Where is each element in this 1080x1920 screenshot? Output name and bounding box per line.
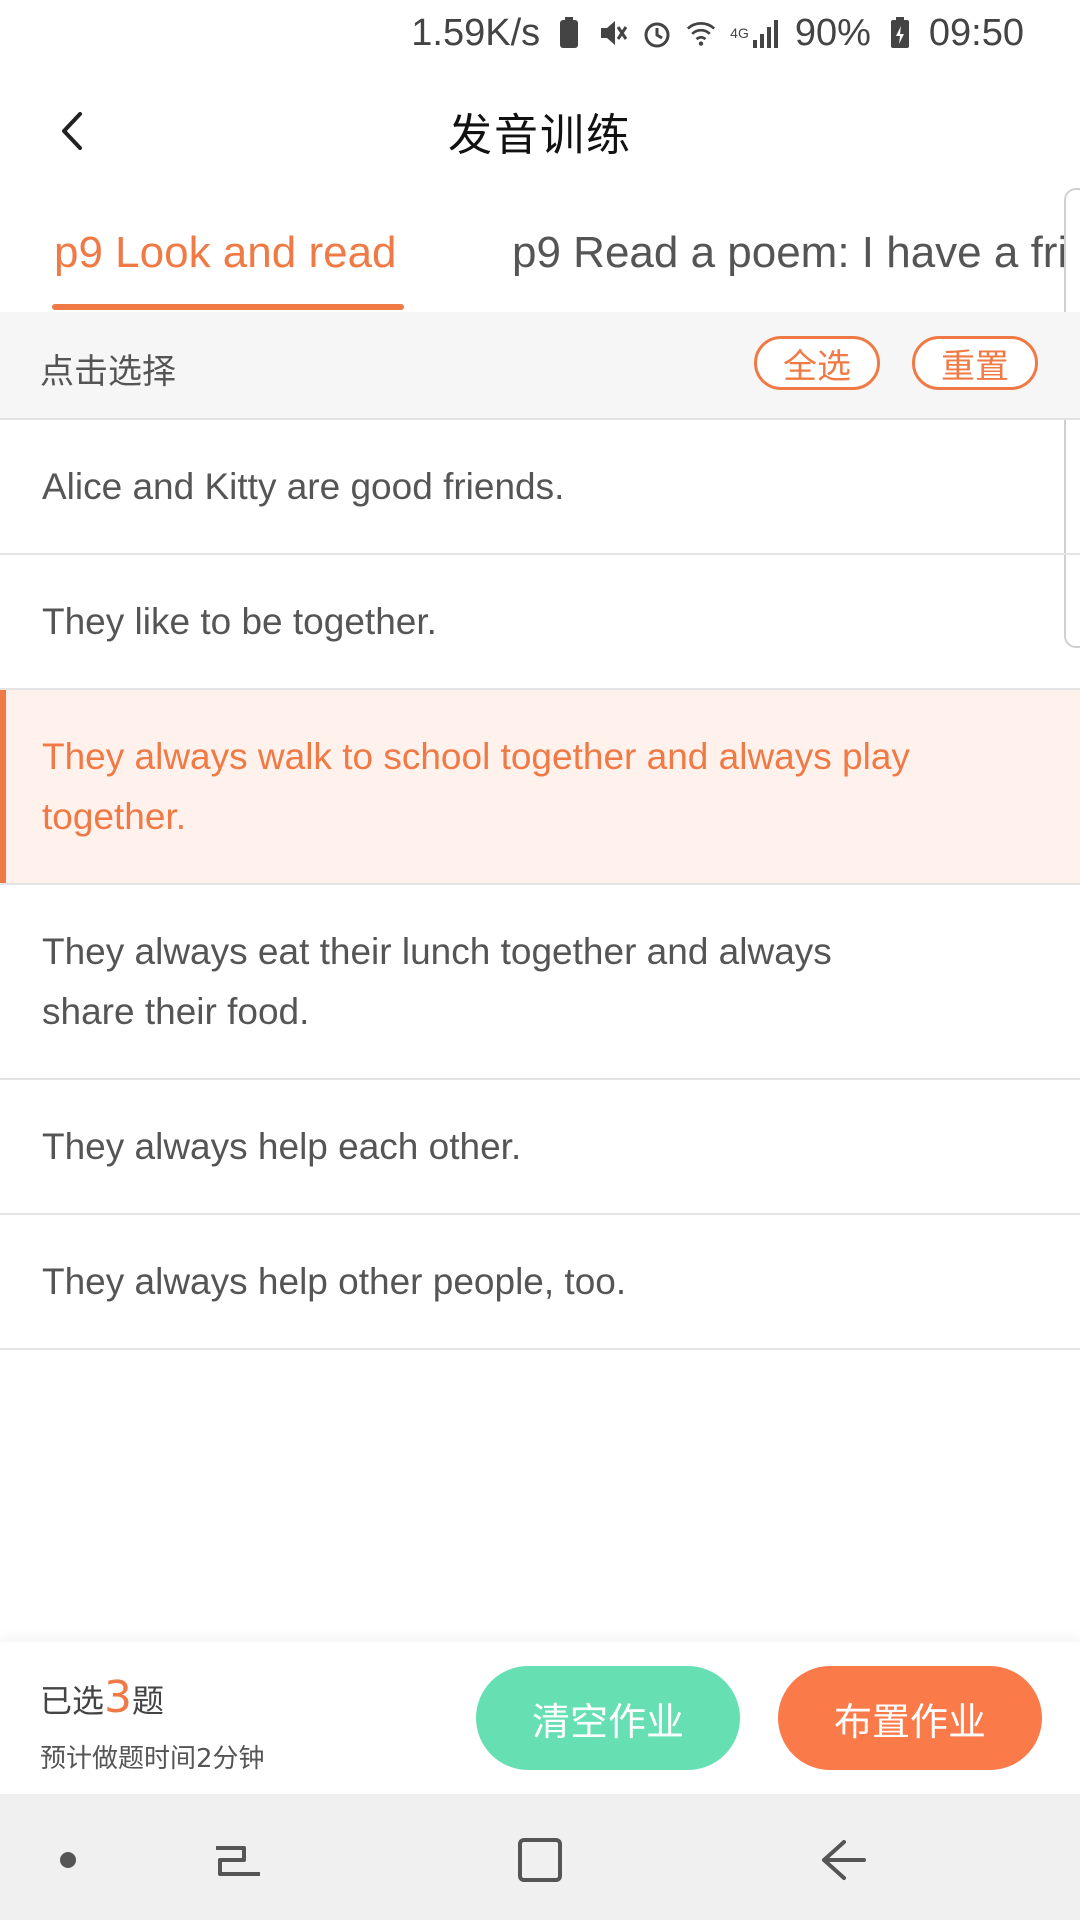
sentence-item[interactable]: Alice and Kitty are good friends.	[0, 420, 1080, 555]
assignment-bar: 已选3题 预计做题时间2分钟 清空作业 布置作业	[0, 1642, 1080, 1794]
battery-percent: 90%	[794, 11, 871, 54]
sentence-text: They always help other people, too.	[42, 1260, 627, 1302]
select-all-button[interactable]: 全选	[754, 336, 880, 390]
mute-icon	[598, 16, 628, 50]
sentence-item[interactable]: They always help each other.	[0, 1080, 1080, 1215]
selection-toolbar: 点击选择 全选 重置	[0, 312, 1080, 420]
status-bar: 1.59K/s 4G 90% 09:50	[0, 0, 1080, 66]
tap-to-select-hint: 点击选择	[40, 352, 176, 392]
system-nav-bar	[0, 1794, 1080, 1920]
nav-dot-icon[interactable]	[40, 1832, 96, 1888]
page-title: 发音训练	[448, 110, 632, 161]
tab-look-and-read[interactable]: p9 Look and read	[54, 228, 397, 278]
alarm-icon	[642, 16, 672, 50]
selected-prefix: 已选	[40, 1682, 105, 1720]
tab-read-a-poem[interactable]: p9 Read a poem: I have a friend	[512, 228, 1080, 278]
clock: 09:50	[928, 11, 1024, 54]
app-header: 发音训练	[0, 66, 1080, 196]
sentence-item[interactable]: They always help other people, too.	[0, 1215, 1080, 1350]
sentence-text: They like to be together.	[42, 600, 437, 642]
network-type: 4G	[730, 25, 749, 41]
sentence-text: They always help each other.	[42, 1125, 522, 1167]
sentence-item[interactable]: They like to be together.	[0, 555, 1080, 690]
sentence-text: Alice and Kitty are good friends.	[42, 465, 565, 507]
lesson-tabs: p9 Look and read p9 Read a poem: I have …	[0, 200, 1080, 314]
signal-icon: 4G	[730, 16, 781, 50]
sentence-text: They always eat their lunch together and…	[42, 930, 832, 1032]
active-tab-indicator	[52, 304, 404, 310]
wifi-icon	[686, 16, 716, 50]
assign-homework-button[interactable]: 布置作业	[778, 1666, 1042, 1770]
reset-button[interactable]: 重置	[912, 336, 1038, 390]
sentence-text: They always walk to school together and …	[42, 735, 910, 837]
back-arrow-icon[interactable]	[48, 106, 98, 156]
nav-recents-icon[interactable]	[210, 1832, 266, 1888]
selected-suffix: 题	[132, 1682, 165, 1720]
selected-number: 3	[104, 1672, 133, 1723]
battery-saver-icon	[554, 16, 584, 50]
sentence-list: Alice and Kitty are good friends. They l…	[0, 420, 1080, 1350]
network-speed: 1.59K/s	[411, 11, 541, 54]
nav-home-icon[interactable]	[512, 1832, 568, 1888]
nav-back-icon[interactable]	[814, 1832, 870, 1888]
battery-icon	[885, 16, 915, 50]
sentence-item-selected[interactable]: They always walk to school together and …	[0, 690, 1080, 885]
clear-homework-button[interactable]: 清空作业	[476, 1666, 740, 1770]
selected-count: 已选3题	[40, 1672, 164, 1723]
estimated-time: 预计做题时间2分钟	[40, 1744, 265, 1774]
sentence-item[interactable]: They always eat their lunch together and…	[0, 885, 1080, 1080]
